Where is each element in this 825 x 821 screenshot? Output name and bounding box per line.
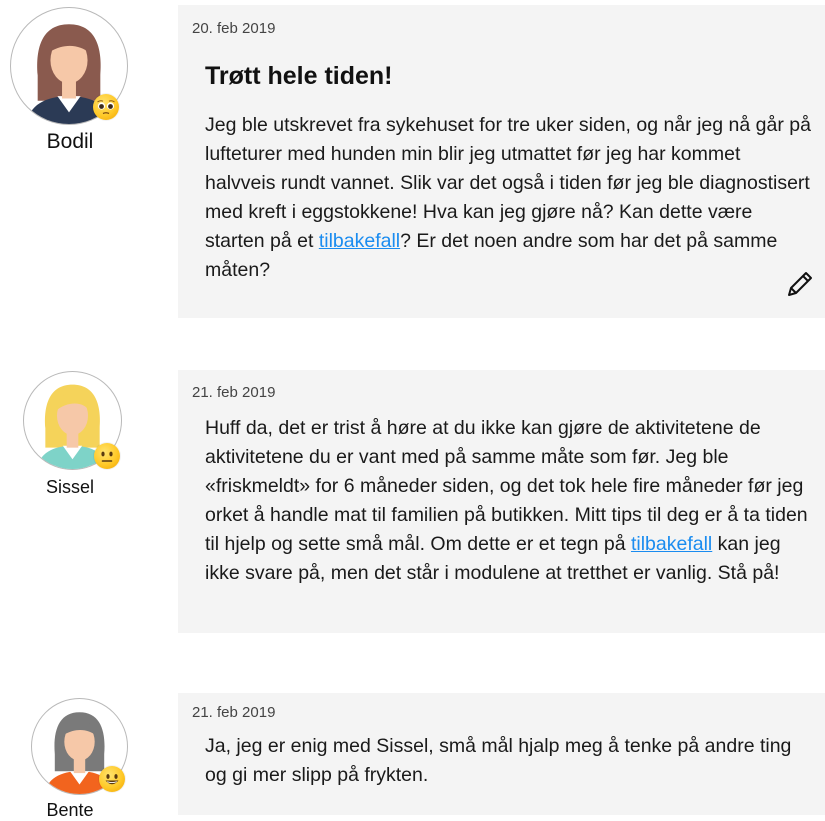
- neutral-face-icon: [94, 443, 120, 469]
- post-date: 21. feb 2019: [192, 704, 276, 721]
- forum-post: Sissel 21. feb 2019 Huff da, det er tris…: [0, 360, 825, 650]
- post-card: 20. feb 2019 Trøtt hele tiden! Jeg ble u…: [178, 5, 825, 318]
- post-body: Ja, jeg er enig med Sissel, små mål hjal…: [205, 732, 813, 790]
- post-card: 21. feb 2019 Ja, jeg er enig med Sissel,…: [178, 693, 825, 815]
- post-body: Jeg ble utskrevet fra sykehuset for tre …: [205, 111, 813, 285]
- post-card: 21. feb 2019 Huff da, det er trist å hør…: [178, 370, 825, 633]
- pencil-icon: [788, 272, 812, 296]
- forum-post: Bodil 20. feb 2019 Trøtt hele tiden! Jeg…: [0, 0, 825, 330]
- smiling-face-icon: [99, 766, 125, 792]
- edit-button[interactable]: [783, 267, 817, 301]
- post-date: 21. feb 2019: [192, 384, 276, 401]
- post-body: Huff da, det er trist å høre at du ikke …: [205, 414, 813, 588]
- post-author: Bodil: [0, 0, 140, 160]
- pleading-face-icon: [93, 94, 119, 120]
- glossary-link[interactable]: tilbakefall: [319, 230, 400, 252]
- post-title: Trøtt hele tiden!: [205, 62, 393, 90]
- post-body-text: Ja, jeg er enig med Sissel, små mål hjal…: [205, 735, 792, 786]
- post-author: Bente: [0, 685, 140, 820]
- author-name[interactable]: Bodil: [0, 130, 140, 154]
- post-date: 20. feb 2019: [192, 20, 276, 37]
- post-author: Sissel: [0, 360, 140, 500]
- glossary-link[interactable]: tilbakefall: [631, 533, 712, 555]
- forum-post: Bente 21. feb 2019 Ja, jeg er enig med S…: [0, 685, 825, 820]
- author-name[interactable]: Bente: [0, 800, 140, 821]
- author-name[interactable]: Sissel: [0, 477, 140, 498]
